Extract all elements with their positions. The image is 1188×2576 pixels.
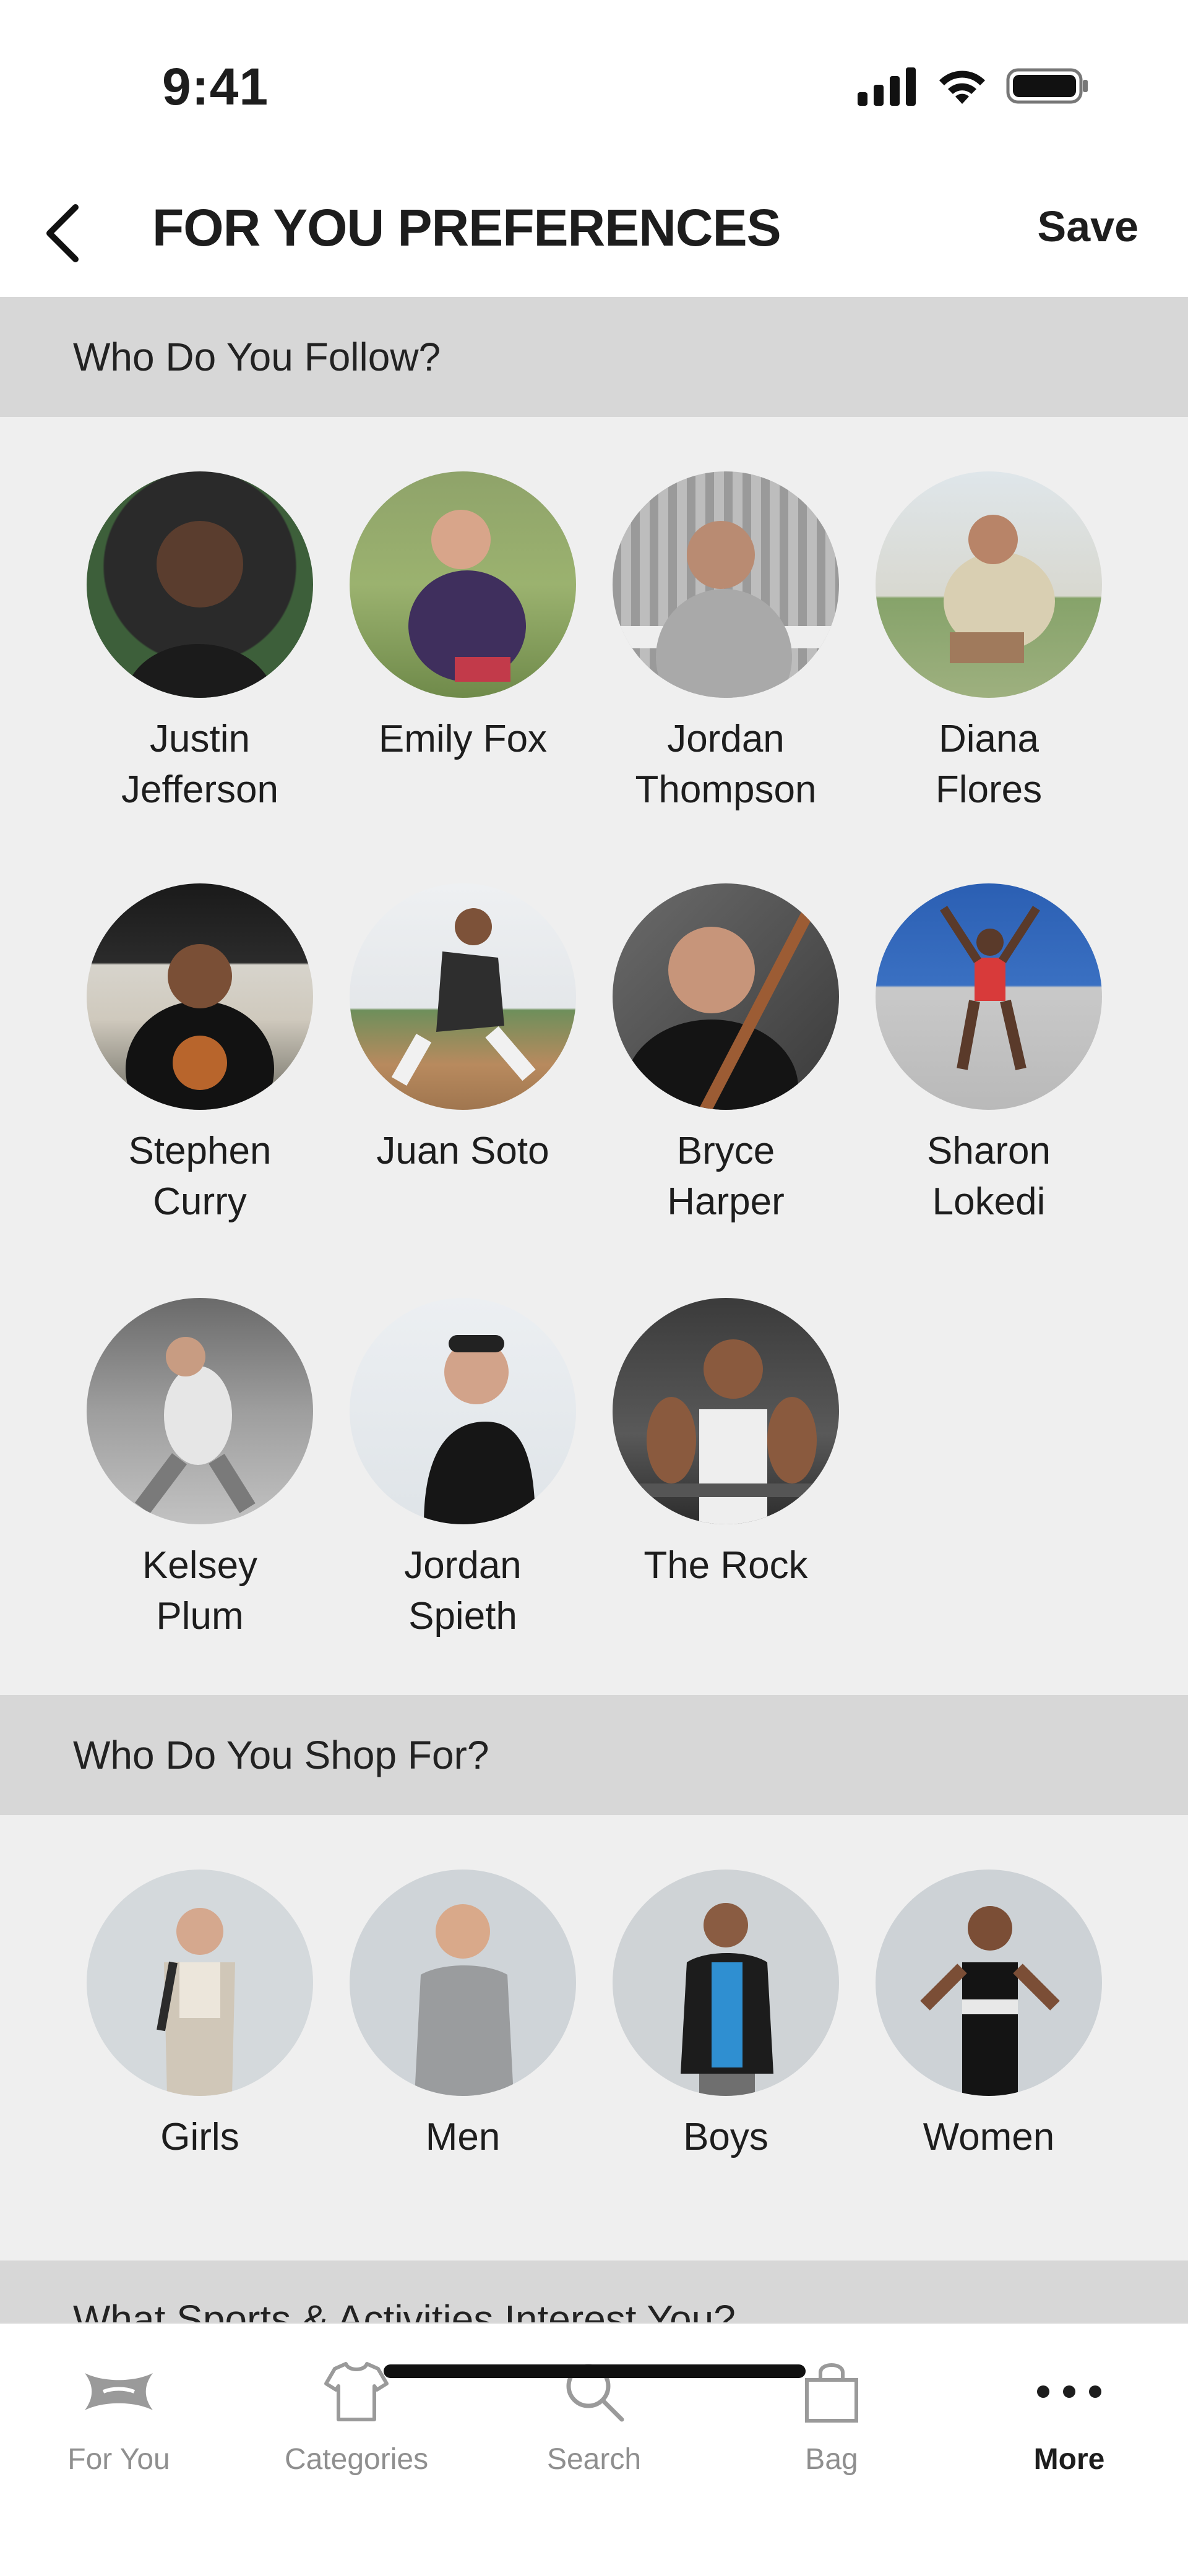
athlete-jordan-spieth[interactable]: Jordan Spieth xyxy=(331,1298,595,1642)
home-indicator xyxy=(384,2364,806,2378)
avatar xyxy=(613,883,839,1110)
shop-for-label: Girls xyxy=(160,2116,239,2158)
section-title-sports: What Sports & Activities Interest You? xyxy=(73,2297,736,2322)
status-time: 9:41 xyxy=(162,58,269,116)
avatar xyxy=(876,1870,1102,2096)
back-button[interactable] xyxy=(19,193,105,273)
shop-for-girls[interactable]: Girls xyxy=(68,1870,332,2163)
bag-icon xyxy=(805,2363,858,2423)
athlete-emily-fox[interactable]: Emily Fox xyxy=(331,471,595,765)
tab-label: Bag xyxy=(805,2443,858,2476)
shirt-icon xyxy=(324,2362,389,2421)
tab-for-you[interactable]: For You xyxy=(0,2355,238,2476)
avatar xyxy=(350,1870,576,2096)
athlete-sharon-lokedi[interactable]: Sharon Lokedi xyxy=(857,883,1121,1227)
athlete-the-rock[interactable]: The Rock xyxy=(594,1298,858,1591)
tab-bar: For You Categories Search Bag More xyxy=(0,2322,1188,2576)
avatar xyxy=(350,1298,576,1524)
athlete-bryce-harper[interactable]: Bryce Harper xyxy=(594,883,858,1227)
athlete-justin-jefferson[interactable]: Justin Jefferson xyxy=(68,471,332,815)
shop-for-label: Men xyxy=(425,2116,501,2158)
section-header-sports: What Sports & Activities Interest You? xyxy=(0,2260,1188,2322)
athlete-diana-flores[interactable]: Diana Flores xyxy=(857,471,1121,815)
avatar xyxy=(87,1298,313,1524)
section-header-shop-for: Who Do You Shop For? xyxy=(0,1695,1188,1815)
avatar xyxy=(350,471,576,698)
tab-label: Categories xyxy=(284,2443,429,2476)
athlete-jordan-thompson[interactable]: Jordan Thompson xyxy=(594,471,858,815)
battery-icon xyxy=(1006,68,1088,104)
athlete-juan-soto[interactable]: Juan Soto xyxy=(331,883,595,1177)
avatar xyxy=(613,471,839,698)
avatar xyxy=(87,471,313,698)
athlete-name: Diana Flores xyxy=(935,718,1043,811)
page-title: FOR YOU PREFERENCES xyxy=(152,199,781,257)
wifi-icon xyxy=(939,71,985,104)
tab-label: Search xyxy=(546,2443,642,2476)
under-armour-logo-icon xyxy=(85,2373,153,2410)
athlete-name: Jordan Spieth xyxy=(404,1544,522,1638)
athlete-name: Emily Fox xyxy=(378,718,548,760)
tab-label: More xyxy=(1033,2443,1105,2476)
athlete-name: Stephen Curry xyxy=(128,1130,272,1223)
section-header-follow: Who Do You Follow? xyxy=(0,297,1188,417)
shop-for-men[interactable]: Men xyxy=(331,1870,595,2163)
avatar xyxy=(350,883,576,1110)
section-title-shop-for: Who Do You Shop For? xyxy=(73,1733,489,1777)
athlete-name: Kelsey Plum xyxy=(142,1544,258,1638)
shop-for-label: Boys xyxy=(683,2116,768,2158)
shop-for-label: Women xyxy=(923,2116,1055,2158)
status-bar: 9:41 xyxy=(0,0,1188,167)
avatar xyxy=(613,1870,839,2096)
avatar xyxy=(87,883,313,1110)
tab-label: For You xyxy=(67,2443,170,2476)
shop-for-women[interactable]: Women xyxy=(857,1870,1121,2163)
save-button[interactable]: Save xyxy=(1038,202,1138,251)
avatar xyxy=(613,1298,839,1524)
status-icons xyxy=(856,66,1089,106)
tab-more[interactable]: More xyxy=(950,2355,1188,2476)
section-title-follow: Who Do You Follow? xyxy=(73,335,441,379)
athlete-stephen-curry[interactable]: Stephen Curry xyxy=(68,883,332,1227)
cellular-signal-icon xyxy=(858,67,916,106)
athlete-name: Bryce Harper xyxy=(667,1130,785,1223)
chevron-left-icon xyxy=(46,204,79,262)
athlete-name: The Rock xyxy=(644,1544,808,1587)
athlete-name: Justin Jefferson xyxy=(121,718,278,811)
header: FOR YOU PREFERENCES Save xyxy=(0,167,1188,297)
avatar xyxy=(876,883,1102,1110)
athlete-name: Jordan Thompson xyxy=(635,718,817,811)
avatar xyxy=(87,1870,313,2096)
more-dots-icon xyxy=(1037,2385,1101,2398)
athlete-name: Juan Soto xyxy=(376,1130,549,1172)
athlete-kelsey-plum[interactable]: Kelsey Plum xyxy=(68,1298,332,1642)
avatar xyxy=(876,471,1102,698)
athlete-name: Sharon Lokedi xyxy=(927,1130,1051,1223)
shop-for-boys[interactable]: Boys xyxy=(594,1870,858,2163)
